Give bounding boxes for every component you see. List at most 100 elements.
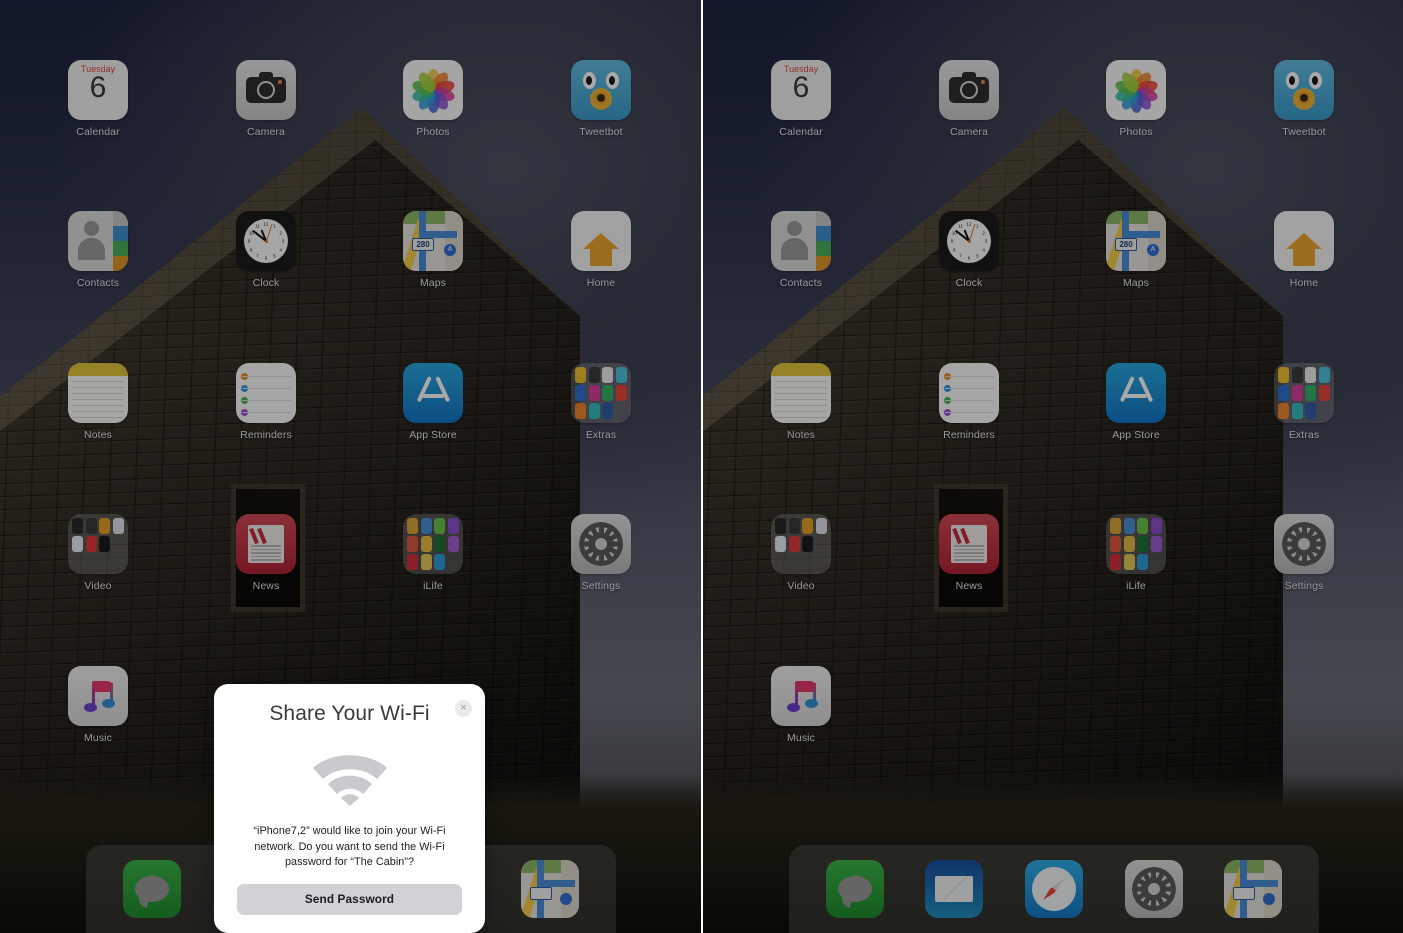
calendar-date: 6 [89, 71, 107, 104]
dock-item-mail[interactable] [925, 860, 984, 918]
maps-pin: A [1147, 244, 1159, 256]
dock-item-safari[interactable] [1024, 860, 1083, 918]
app-tweetbot[interactable]: Tweetbot [1240, 60, 1368, 138]
home-icon [1274, 211, 1334, 271]
app-label: App Store [1112, 429, 1160, 441]
dock-item-messages[interactable] [122, 860, 181, 918]
wifi-icon [307, 748, 393, 806]
app-notes[interactable]: Notes [737, 363, 865, 441]
app-label: Settings [1284, 580, 1324, 592]
app-label: App Store [409, 429, 457, 441]
folder-icon [771, 514, 831, 574]
dock-item-messages[interactable] [825, 860, 884, 918]
music-icon [771, 666, 831, 726]
folder-icon [68, 514, 128, 574]
app-home[interactable]: Home [1240, 211, 1368, 289]
dock-item-maps[interactable] [521, 860, 580, 918]
app-label: Music [787, 732, 815, 744]
share-wifi-title: Share Your Wi-Fi [269, 702, 430, 725]
settings-icon [571, 514, 631, 574]
app-app-store[interactable]: App Store [369, 363, 497, 441]
folder-icon [1106, 514, 1166, 574]
app-grid-right: Tuesday 6 Calendar Camera Photos Tweetbo… [703, 0, 1403, 933]
app-store-icon [1106, 363, 1166, 423]
app-settings[interactable]: Settings [1240, 514, 1368, 592]
photos-icon [403, 60, 463, 120]
app-camera[interactable]: Camera [202, 60, 330, 138]
contacts-icon [771, 211, 831, 271]
app-label: Maps [419, 277, 447, 289]
app-photos[interactable]: Photos [1072, 60, 1200, 138]
dock-item-settings[interactable] [1124, 860, 1183, 918]
reminders-icon [236, 363, 296, 423]
settings-icon [1124, 860, 1183, 918]
app-tweetbot[interactable]: Tweetbot [537, 60, 665, 138]
screenshot-root: Tuesday 6 Calendar Camera Photos Tweetbo… [0, 0, 1403, 933]
app-contacts[interactable]: Contacts [737, 211, 865, 289]
app-calendar[interactable]: Tuesday 6 Calendar [737, 60, 865, 138]
close-icon[interactable]: × [455, 700, 472, 717]
app-photos[interactable]: Photos [369, 60, 497, 138]
app-label: News [955, 580, 983, 592]
app-label: Tweetbot [579, 126, 623, 138]
app-store-icon [403, 363, 463, 423]
app-extras[interactable]: Extras [1240, 363, 1368, 441]
app-ilife[interactable]: iLife [369, 514, 497, 592]
app-app-store[interactable]: App Store [1072, 363, 1200, 441]
send-password-button[interactable]: Send Password [237, 884, 462, 915]
home-icon [571, 211, 631, 271]
app-label: Camera [950, 126, 988, 138]
app-label: Photos [1119, 126, 1153, 138]
calendar-icon: Tuesday 6 [68, 60, 128, 120]
app-music[interactable]: Music [737, 666, 865, 744]
maps-icon: 280 A [403, 211, 463, 271]
app-news[interactable]: News [905, 514, 1033, 592]
notes-icon [771, 363, 831, 423]
app-video[interactable]: Video [34, 514, 162, 592]
app-label: Contacts [779, 277, 823, 289]
app-video[interactable]: Video [737, 514, 865, 592]
app-label: iLife [423, 580, 443, 592]
app-calendar[interactable]: Tuesday 6 Calendar [34, 60, 162, 138]
app-label: Calendar [779, 126, 823, 138]
app-ilife[interactable]: iLife [1072, 514, 1200, 592]
app-news[interactable]: News [202, 514, 330, 592]
contacts-icon [68, 211, 128, 271]
app-label: Notes [787, 429, 815, 441]
app-maps[interactable]: 280 A Maps [369, 211, 497, 289]
tweetbot-icon [571, 60, 631, 120]
music-icon [68, 666, 128, 726]
settings-icon [1274, 514, 1334, 574]
share-wifi-dialog: Share Your Wi-Fi × “iPhone7,2” would lik… [214, 684, 485, 933]
app-label: Calendar [76, 126, 120, 138]
share-wifi-body: “iPhone7,2” would like to join your Wi-F… [253, 825, 446, 868]
left-screen-panel: Tuesday 6 Calendar Camera Photos Tweetbo… [0, 0, 701, 933]
app-settings[interactable]: Settings [537, 514, 665, 592]
maps-route-shield: 280 [412, 238, 434, 251]
app-maps[interactable]: 280 A Maps [1072, 211, 1200, 289]
app-extras[interactable]: Extras [537, 363, 665, 441]
app-clock[interactable]: 1 2 3 4 5 6 7 8 9 10 11 12 Clock [202, 211, 330, 289]
news-icon [939, 514, 999, 574]
dock-item-maps[interactable] [1224, 860, 1283, 918]
app-notes[interactable]: Notes [34, 363, 162, 441]
app-camera[interactable]: Camera [905, 60, 1033, 138]
maps-route-shield [530, 887, 553, 900]
app-reminders[interactable]: Reminders [202, 363, 330, 441]
app-music[interactable]: Music [34, 666, 162, 744]
mail-icon [925, 860, 984, 918]
folder-icon [1274, 363, 1334, 423]
app-home[interactable]: Home [537, 211, 665, 289]
maps-icon [521, 860, 580, 918]
app-label: Photos [416, 126, 450, 138]
news-icon [236, 514, 296, 574]
clock-icon: 1 2 3 4 5 6 7 8 9 10 11 12 [236, 211, 296, 271]
app-label: Video [84, 580, 112, 592]
app-label: Extras [1288, 429, 1320, 441]
app-reminders[interactable]: Reminders [905, 363, 1033, 441]
notes-icon [68, 363, 128, 423]
app-label: Camera [247, 126, 285, 138]
app-clock[interactable]: 1 2 3 4 5 6 7 8 9 10 11 12 Clock [905, 211, 1033, 289]
dock-right [789, 845, 1319, 933]
app-contacts[interactable]: Contacts [34, 211, 162, 289]
